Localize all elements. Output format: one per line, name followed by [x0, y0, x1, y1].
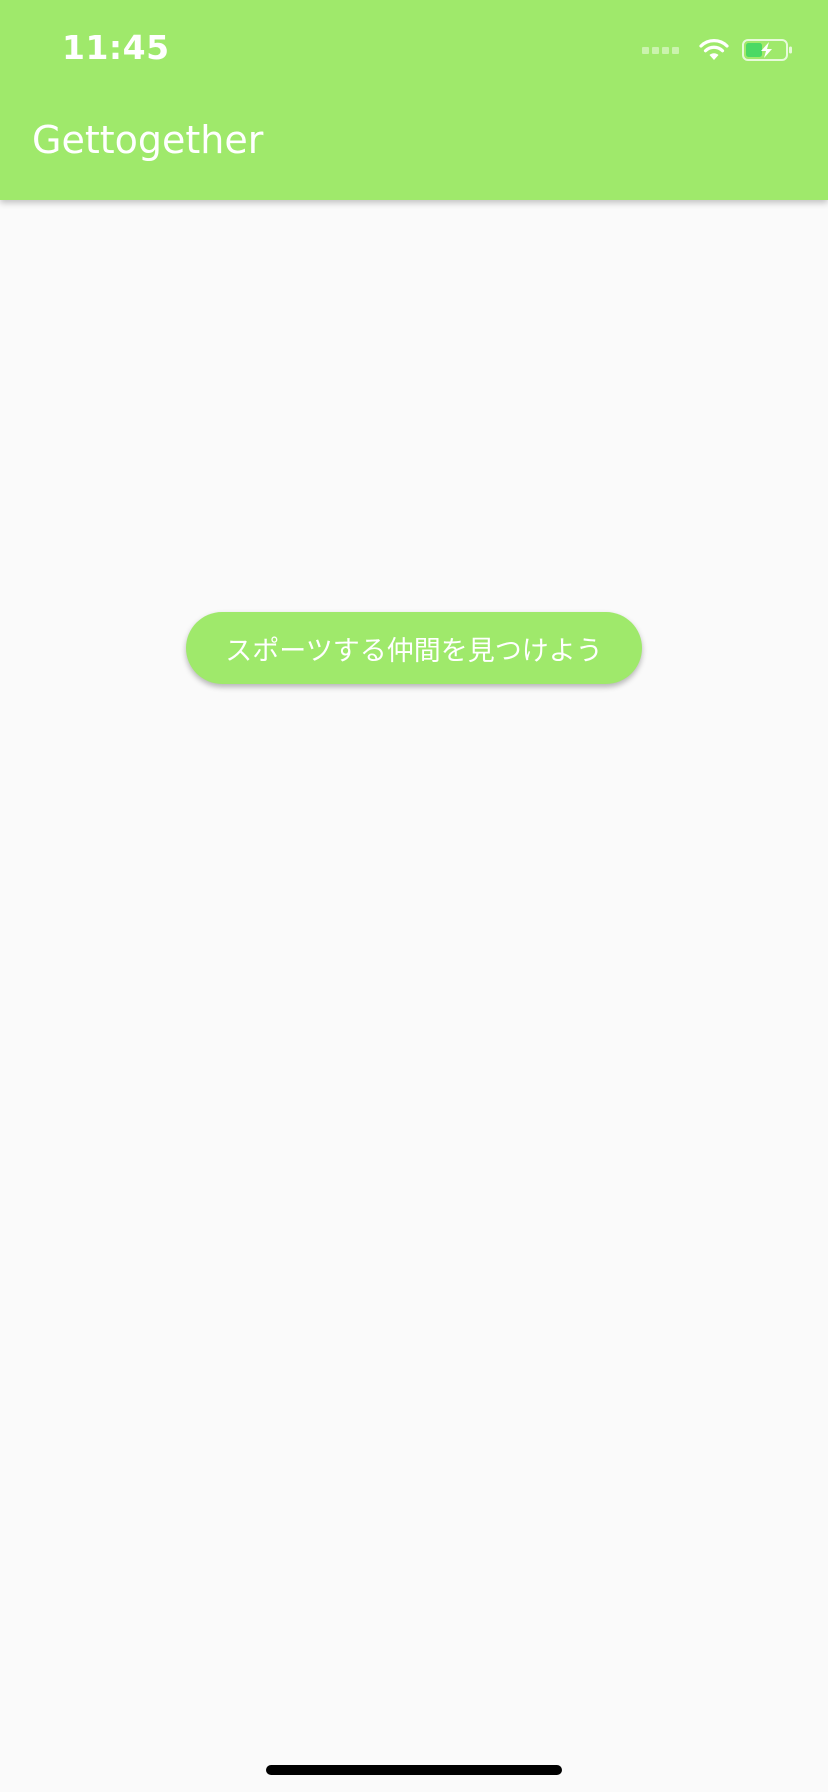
status-time: 11:45 [62, 28, 170, 67]
app-screen: 11:45 Gettogether スポーツする仲間を見つけよう [0, 0, 828, 1792]
app-bar: 11:45 Gettogether [0, 0, 828, 200]
home-indicator[interactable] [266, 1765, 562, 1775]
find-sports-buddies-button[interactable]: スポーツする仲間を見つけよう [186, 612, 642, 684]
find-sports-buddies-label: スポーツする仲間を見つけよう [225, 635, 603, 667]
status-icons [642, 38, 794, 62]
cellular-signal-icon [642, 46, 682, 54]
status-bar: 11:45 [0, 0, 828, 100]
battery-charging-icon [742, 39, 792, 61]
app-title: Gettogether [32, 118, 264, 162]
wifi-icon [699, 39, 729, 60]
